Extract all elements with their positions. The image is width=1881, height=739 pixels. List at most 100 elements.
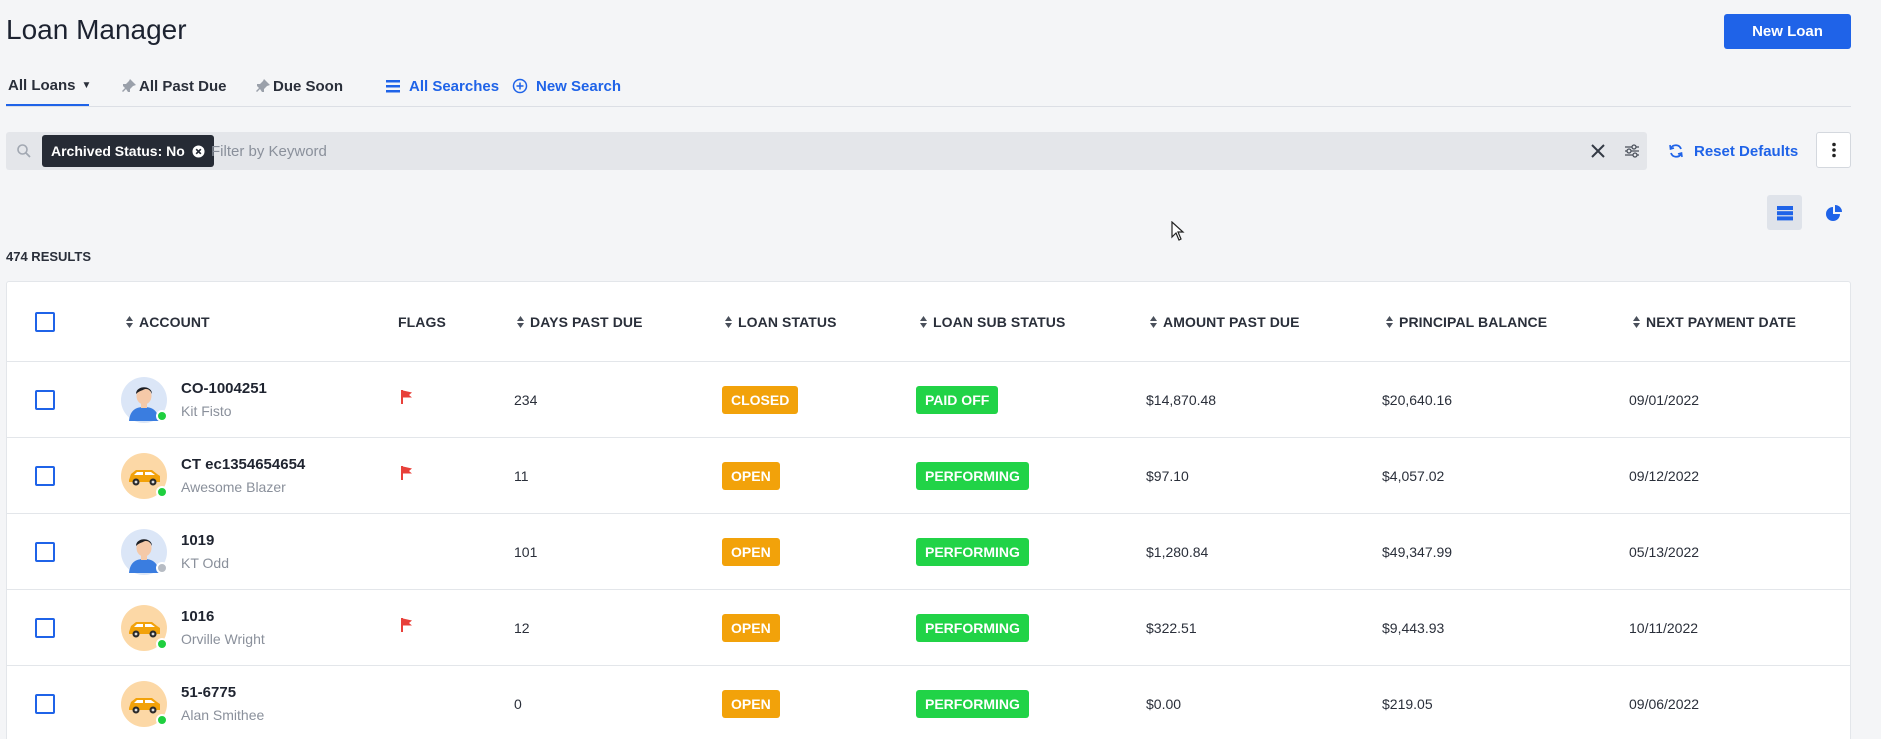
row-checkbox[interactable] (35, 389, 55, 410)
loan-status-badge: OPEN (722, 689, 780, 718)
status-dot (156, 409, 168, 422)
flag-icon[interactable] (400, 465, 414, 486)
tab-due-soon[interactable]: Due Soon (255, 66, 343, 106)
table-row[interactable]: CO-1004251 Kit Fisto 234 CLOSED PAID OFF $14,… (7, 362, 1850, 438)
account-id-link[interactable]: CT ec1354654654 (181, 456, 305, 473)
close-icon[interactable] (1590, 143, 1606, 159)
principal-balance: $49,347.99 (1382, 543, 1453, 560)
principal-balance: $4,057.02 (1382, 467, 1445, 484)
table-row[interactable]: 51-6775 Alan Smithee 0 OPEN PERFORMING $0.00 $… (7, 666, 1850, 739)
tab-label: Due Soon (273, 77, 343, 95)
account-id-link[interactable]: 51-6775 (181, 684, 264, 701)
flag-icon[interactable] (400, 389, 414, 410)
tab-all-loans[interactable]: All Loans ▼ (6, 66, 92, 106)
sort-icon (920, 315, 927, 328)
days-past-due: 234 (514, 391, 538, 408)
remove-filter-icon[interactable] (192, 144, 205, 158)
tab-label: All Loans (8, 76, 76, 94)
column-header-account[interactable]: ACCOUNT (126, 282, 210, 361)
reset-defaults-button[interactable]: Reset Defaults (1668, 138, 1798, 164)
more-vertical-icon (1831, 142, 1836, 158)
days-past-due: 101 (514, 543, 538, 560)
account-id-link[interactable]: 1019 (181, 532, 229, 549)
person-avatar-icon (121, 376, 168, 423)
plus-circle-icon (512, 78, 528, 94)
customer-name: Orville Wright (181, 631, 265, 647)
loan-sub-status-badge: PERFORMING (916, 613, 1029, 642)
table-row[interactable]: CT ec1354654654 Awesome Blazer 11 OPEN PERFO… (7, 438, 1850, 514)
row-checkbox[interactable] (35, 541, 55, 562)
refresh-icon (1669, 144, 1683, 158)
filter-settings-icon[interactable] (1624, 143, 1640, 159)
flag-icon[interactable] (400, 617, 414, 638)
loan-status-badge: OPEN (722, 537, 780, 566)
more-options-button[interactable] (1816, 132, 1851, 168)
pin-icon (256, 79, 270, 92)
column-header-loan-status[interactable]: LOAN STATUS (725, 282, 837, 361)
car-avatar-icon (121, 452, 168, 499)
pie-chart-icon (1825, 204, 1842, 221)
new-loan-button[interactable]: New Loan (1724, 14, 1851, 49)
customer-name: KT Odd (181, 555, 229, 571)
new-search-link[interactable]: New Search (512, 66, 621, 106)
amount-past-due: $1,280.84 (1146, 543, 1209, 560)
sort-icon (1386, 315, 1393, 328)
status-dot (156, 713, 168, 726)
column-header-days-past-due[interactable]: DAYS PAST DUE (517, 282, 643, 361)
all-searches-link[interactable]: All Searches (385, 66, 499, 106)
account-id-link[interactable]: CO-1004251 (181, 380, 267, 397)
sort-icon (517, 315, 524, 328)
customer-name: Kit Fisto (181, 403, 232, 419)
filter-chip-archived-status[interactable]: Archived Status: No (42, 135, 214, 167)
caret-down-icon: ▼ (81, 79, 92, 91)
sort-icon (1150, 315, 1157, 328)
days-past-due: 11 (514, 467, 529, 484)
row-checkbox[interactable] (35, 465, 55, 486)
tab-all-past-due[interactable]: All Past Due (121, 66, 227, 106)
loan-sub-status-badge: PERFORMING (916, 689, 1029, 718)
column-header-principal-balance[interactable]: PRINCIPAL BALANCE (1386, 282, 1547, 361)
loan-status-badge: CLOSED (722, 385, 799, 414)
days-past-due: 0 (514, 695, 522, 712)
list-icon (386, 80, 400, 93)
row-checkbox[interactable] (35, 693, 55, 714)
sort-icon (126, 315, 133, 328)
status-dot (156, 485, 168, 498)
table-view-icon (1776, 205, 1793, 220)
filter-chip-label: Archived Status: No (51, 143, 185, 159)
customer-name: Alan Smithee (181, 707, 265, 723)
results-count: 474 RESULTS (6, 249, 92, 264)
person-avatar-icon (121, 528, 168, 575)
saved-search-tabs: All Loans ▼ All Past Due Due Soon All Se… (6, 66, 1851, 107)
column-header-loan-sub-status[interactable]: LOAN SUB STATUS (920, 282, 1065, 361)
next-payment-date: 10/11/2022 (1629, 619, 1699, 636)
column-header-amount-past-due[interactable]: AMOUNT PAST DUE (1150, 282, 1300, 361)
status-dot (156, 637, 168, 650)
column-header-flags: FLAGS (398, 313, 446, 330)
table-header: ACCOUNT FLAGS DAYS PAST DUE LOAN STATUS … (7, 282, 1850, 362)
principal-balance: $219.05 (1382, 695, 1433, 712)
next-payment-date: 09/12/2022 (1629, 467, 1700, 484)
chart-view-button[interactable] (1816, 195, 1851, 230)
sort-icon (1633, 315, 1640, 328)
row-checkbox[interactable] (35, 617, 55, 638)
account-id-link[interactable]: 1016 (181, 608, 265, 625)
reset-defaults-label: Reset Defaults (1694, 142, 1799, 160)
loans-table: ACCOUNT FLAGS DAYS PAST DUE LOAN STATUS … (6, 281, 1851, 739)
loan-sub-status-badge: PERFORMING (916, 461, 1029, 490)
select-all-checkbox[interactable] (35, 311, 55, 332)
list-view-button[interactable] (1767, 195, 1802, 230)
next-payment-date: 05/13/2022 (1629, 543, 1700, 560)
search-icon (17, 144, 31, 158)
principal-balance: $20,640.16 (1382, 391, 1453, 408)
table-row[interactable]: 1016 Orville Wright 12 OPEN PERFORMING $322.5… (7, 590, 1850, 666)
loan-status-badge: OPEN (722, 461, 780, 490)
column-header-next-payment-date[interactable]: NEXT PAYMENT DATE (1633, 282, 1796, 361)
table-row[interactable]: 1019 KT Odd 101 OPEN PERFORMING $1,280.84 $49,… (7, 514, 1850, 590)
all-searches-label: All Searches (409, 77, 500, 95)
keyword-filter-input[interactable] (211, 136, 1561, 166)
status-dot (156, 561, 168, 574)
car-avatar-icon (121, 604, 168, 651)
next-payment-date: 09/01/2022 (1629, 391, 1700, 408)
loan-sub-status-badge: PERFORMING (916, 537, 1029, 566)
